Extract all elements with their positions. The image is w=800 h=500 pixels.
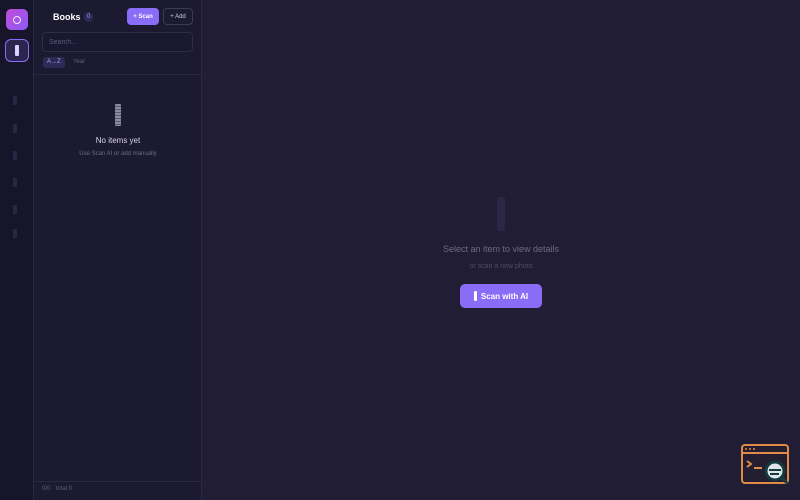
sidebar-divider: [34, 74, 202, 75]
empty-state-title: No items yet: [95, 136, 141, 145]
nav-item-6[interactable]: [13, 205, 17, 214]
add-button[interactable]: + Add: [163, 8, 193, 25]
search-input[interactable]: [42, 32, 193, 52]
placeholder-book-icon: [497, 197, 505, 231]
empty-state-subtitle: Use Scan AI or add manually: [79, 151, 157, 157]
nav-item-4[interactable]: [13, 151, 17, 160]
sort-az-button[interactable]: A→Z: [43, 57, 65, 68]
item-count-badge: 0: [84, 12, 94, 22]
nav-item-2[interactable]: [13, 96, 17, 105]
nav-item-5[interactable]: [13, 178, 17, 187]
collection-sidebar: Books 0 + Scan + Add A→Z Year No items y…: [34, 0, 202, 500]
nav-item-3[interactable]: [13, 124, 17, 133]
nav-item-7[interactable]: [13, 229, 17, 238]
terminal-search-icon[interactable]: [741, 444, 790, 486]
scan-with-ai-label: Scan with AI: [480, 291, 529, 301]
logo-ring-icon: [13, 15, 21, 24]
scan-button[interactable]: + Scan: [127, 8, 159, 25]
footer-divider: [34, 481, 202, 482]
scan-with-ai-button[interactable]: Scan with AI: [460, 284, 542, 308]
nav-rail: [0, 0, 34, 500]
terminal-search-svg: [741, 444, 789, 485]
sort-year-button[interactable]: Year: [69, 57, 89, 68]
scan-icon: [473, 291, 477, 301]
nav-item-books[interactable]: [5, 39, 29, 62]
detail-empty-subtitle: or scan a new photo: [469, 263, 533, 270]
sidebar-footer: 0/0 · total 0: [42, 486, 73, 492]
detail-empty-title: Select an item to view details: [442, 244, 560, 254]
app-logo-icon[interactable]: [6, 9, 28, 30]
book-spine-icon: [115, 104, 121, 126]
book-icon: [15, 45, 19, 56]
sidebar-title: Books: [53, 12, 81, 22]
